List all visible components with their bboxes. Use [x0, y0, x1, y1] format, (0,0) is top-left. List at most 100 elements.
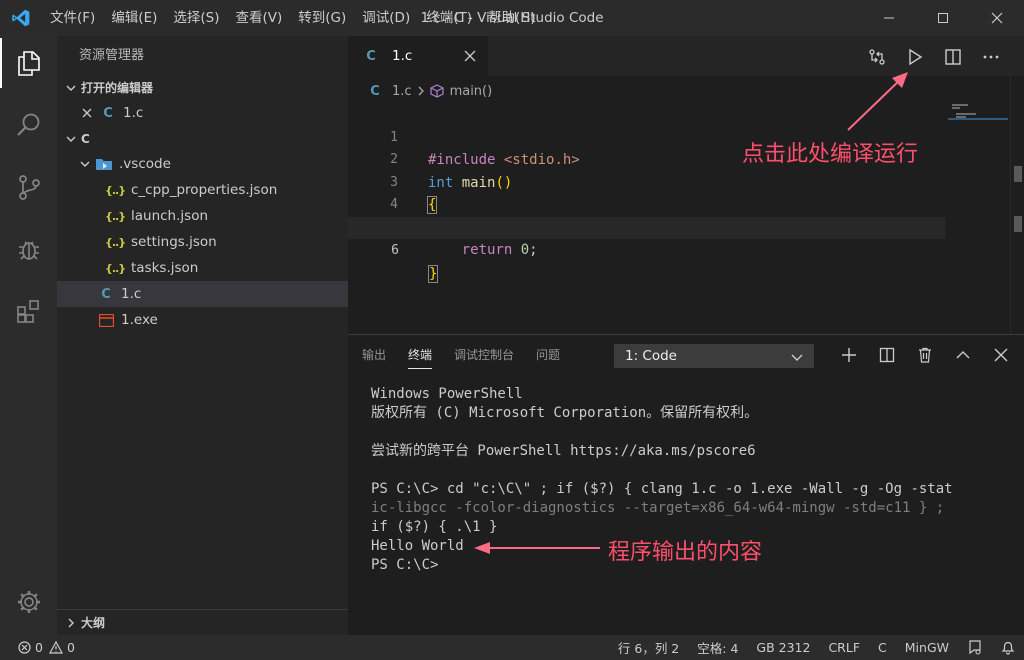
tree-item-label: .vscode: [119, 156, 171, 172]
menu-go[interactable]: 转到(G): [290, 0, 354, 36]
minimize-icon: [884, 17, 894, 19]
maximize-panel-button[interactable]: [944, 345, 982, 365]
outline-header[interactable]: 大纲: [57, 609, 348, 635]
new-terminal-button[interactable]: [830, 345, 868, 365]
more-actions-button[interactable]: [972, 46, 1010, 68]
tree-item-settings-json[interactable]: {..} settings.json: [57, 229, 348, 255]
window-controls: [862, 0, 1024, 36]
open-editors-label: 打开的编辑器: [81, 81, 154, 95]
bottom-panel: 输出 终端 调试控制台 问题 1: Code Windows PowerShel…: [348, 334, 1024, 635]
vscode-logo-icon: [0, 0, 42, 36]
maximize-button[interactable]: [916, 0, 970, 36]
minimize-button[interactable]: [862, 0, 916, 36]
run-code-button[interactable]: [896, 46, 934, 68]
tab-terminal[interactable]: 终端: [408, 335, 433, 375]
source-control-activity-button[interactable]: [0, 162, 57, 212]
vscode-folder-icon: [95, 157, 117, 171]
indentation[interactable]: 空格: 4: [688, 638, 747, 657]
kill-terminal-button[interactable]: [906, 345, 944, 365]
compare-icon: [869, 49, 885, 65]
activity-bar: [0, 36, 57, 635]
cursor-position[interactable]: 行 6，列 2: [609, 638, 688, 657]
explorer-activity-button[interactable]: [0, 38, 57, 88]
close-window-button[interactable]: [970, 0, 1024, 36]
close-panel-button[interactable]: [982, 345, 1020, 365]
json-file-icon: {..}: [105, 209, 126, 223]
split-editor-button[interactable]: [934, 46, 972, 68]
close-icon: [994, 348, 1008, 362]
tree-item-c-cpp-properties[interactable]: {..} c_cpp_properties.json: [57, 177, 348, 203]
chevron-right-icon: [63, 615, 79, 631]
tree-item-vscode-folder[interactable]: .vscode: [57, 151, 348, 177]
source-control-icon: [18, 175, 40, 200]
breadcrumb-file[interactable]: 1.c: [392, 84, 412, 99]
status-right: 行 6，列 2 空格: 4 GB 2312 CRLF C MinGW: [609, 635, 1024, 660]
code-line: 5 return 0;: [348, 194, 948, 259]
code-line: 1 #include <stdio.h>: [348, 104, 948, 169]
close-editor-icon[interactable]: [81, 107, 99, 119]
chevron-down-icon: [63, 80, 79, 96]
open-editor-item[interactable]: C 1.c: [57, 100, 348, 126]
trash-icon: [919, 347, 931, 363]
terminal-line: 版权所有 (C) Microsoft Corporation。保留所有权利。: [371, 405, 759, 421]
menu-edit[interactable]: 编辑(E): [103, 0, 165, 36]
error-icon: [18, 641, 31, 654]
tree-item-label: c_cpp_properties.json: [131, 182, 278, 198]
encoding[interactable]: GB 2312: [747, 640, 819, 655]
c-file-icon: C: [101, 286, 111, 302]
tree-item-launch-json[interactable]: {..} launch.json: [57, 203, 348, 229]
chevron-down-icon: [789, 349, 805, 365]
code-line: 4 printf("Hello World\n");: [348, 172, 948, 236]
status-problems[interactable]: 0 0: [0, 640, 75, 655]
tab-debug-console[interactable]: 调试控制台: [454, 335, 514, 375]
minimap[interactable]: [948, 104, 1008, 154]
tab-problems[interactable]: 问题: [536, 335, 560, 375]
tree-item-tasks-json[interactable]: {..} tasks.json: [57, 255, 348, 281]
panel-actions: [830, 345, 1020, 365]
c-configuration[interactable]: MinGW: [896, 640, 958, 655]
editor-tab-1-c[interactable]: C 1.c: [348, 36, 488, 76]
maximize-icon: [938, 13, 948, 23]
search-activity-button[interactable]: [0, 100, 57, 150]
extensions-activity-button[interactable]: [0, 286, 57, 336]
menu-terminal[interactable]: 终端(T): [418, 0, 480, 36]
editor-vertical-scrollbar[interactable]: [1010, 76, 1024, 334]
debug-activity-button[interactable]: [0, 224, 57, 274]
menu-selection[interactable]: 选择(S): [165, 0, 227, 36]
gear-icon: [17, 591, 40, 613]
code-editor[interactable]: 1 #include <stdio.h> 2 int main() 3 { 4 …: [348, 104, 948, 283]
menu-bar: 文件(F) 编辑(E) 选择(S) 查看(V) 转到(G) 调试(D) 终端(T…: [42, 0, 544, 36]
language-mode[interactable]: C: [869, 640, 896, 655]
close-tab-icon[interactable]: [462, 48, 478, 64]
folder-header[interactable]: C: [57, 127, 348, 151]
close-icon: [991, 12, 1003, 24]
terminal-line: PS C:\C> cd "c:\C\" ; if ($?) { clang 1.…: [371, 481, 953, 497]
menu-file[interactable]: 文件(F): [42, 0, 103, 36]
tree-item-label: launch.json: [131, 208, 209, 224]
tree-item-1-exe[interactable]: 1.exe: [57, 307, 348, 333]
output-hint-annotation: 程序输出的内容: [608, 540, 763, 565]
split-terminal-button[interactable]: [868, 345, 906, 365]
notifications-button[interactable]: [992, 640, 1024, 655]
tab-output[interactable]: 输出: [362, 335, 386, 375]
debug-icon: [18, 241, 39, 260]
split-terminal-icon: [879, 347, 895, 363]
menu-help[interactable]: 帮助(H): [480, 0, 544, 36]
sidebar-title: 资源管理器: [79, 48, 145, 63]
tree-item-label: settings.json: [131, 234, 217, 250]
menu-debug[interactable]: 调试(D): [354, 0, 418, 36]
breadcrumb-symbol[interactable]: main(): [450, 84, 493, 99]
terminal-line: ic-libgcc -fcolor-diagnostics --target=x…: [371, 500, 945, 516]
explorer-sidebar: 资源管理器 打开的编辑器 C 1.c C .vscode {..} c_cpp_…: [57, 36, 348, 635]
terminal-select[interactable]: 1: Code: [614, 344, 814, 368]
open-editors-header[interactable]: 打开的编辑器: [57, 76, 348, 100]
search-icon: [16, 113, 39, 136]
line-number: 6: [391, 243, 399, 258]
compare-changes-button[interactable]: [858, 46, 896, 68]
editor-tab-bar: C 1.c: [348, 36, 1024, 76]
feedback-button[interactable]: [958, 640, 992, 655]
end-of-line[interactable]: CRLF: [819, 640, 869, 655]
menu-view[interactable]: 查看(V): [228, 0, 291, 36]
manage-activity-button[interactable]: [0, 577, 57, 627]
tree-item-1-c[interactable]: C 1.c: [57, 281, 348, 307]
